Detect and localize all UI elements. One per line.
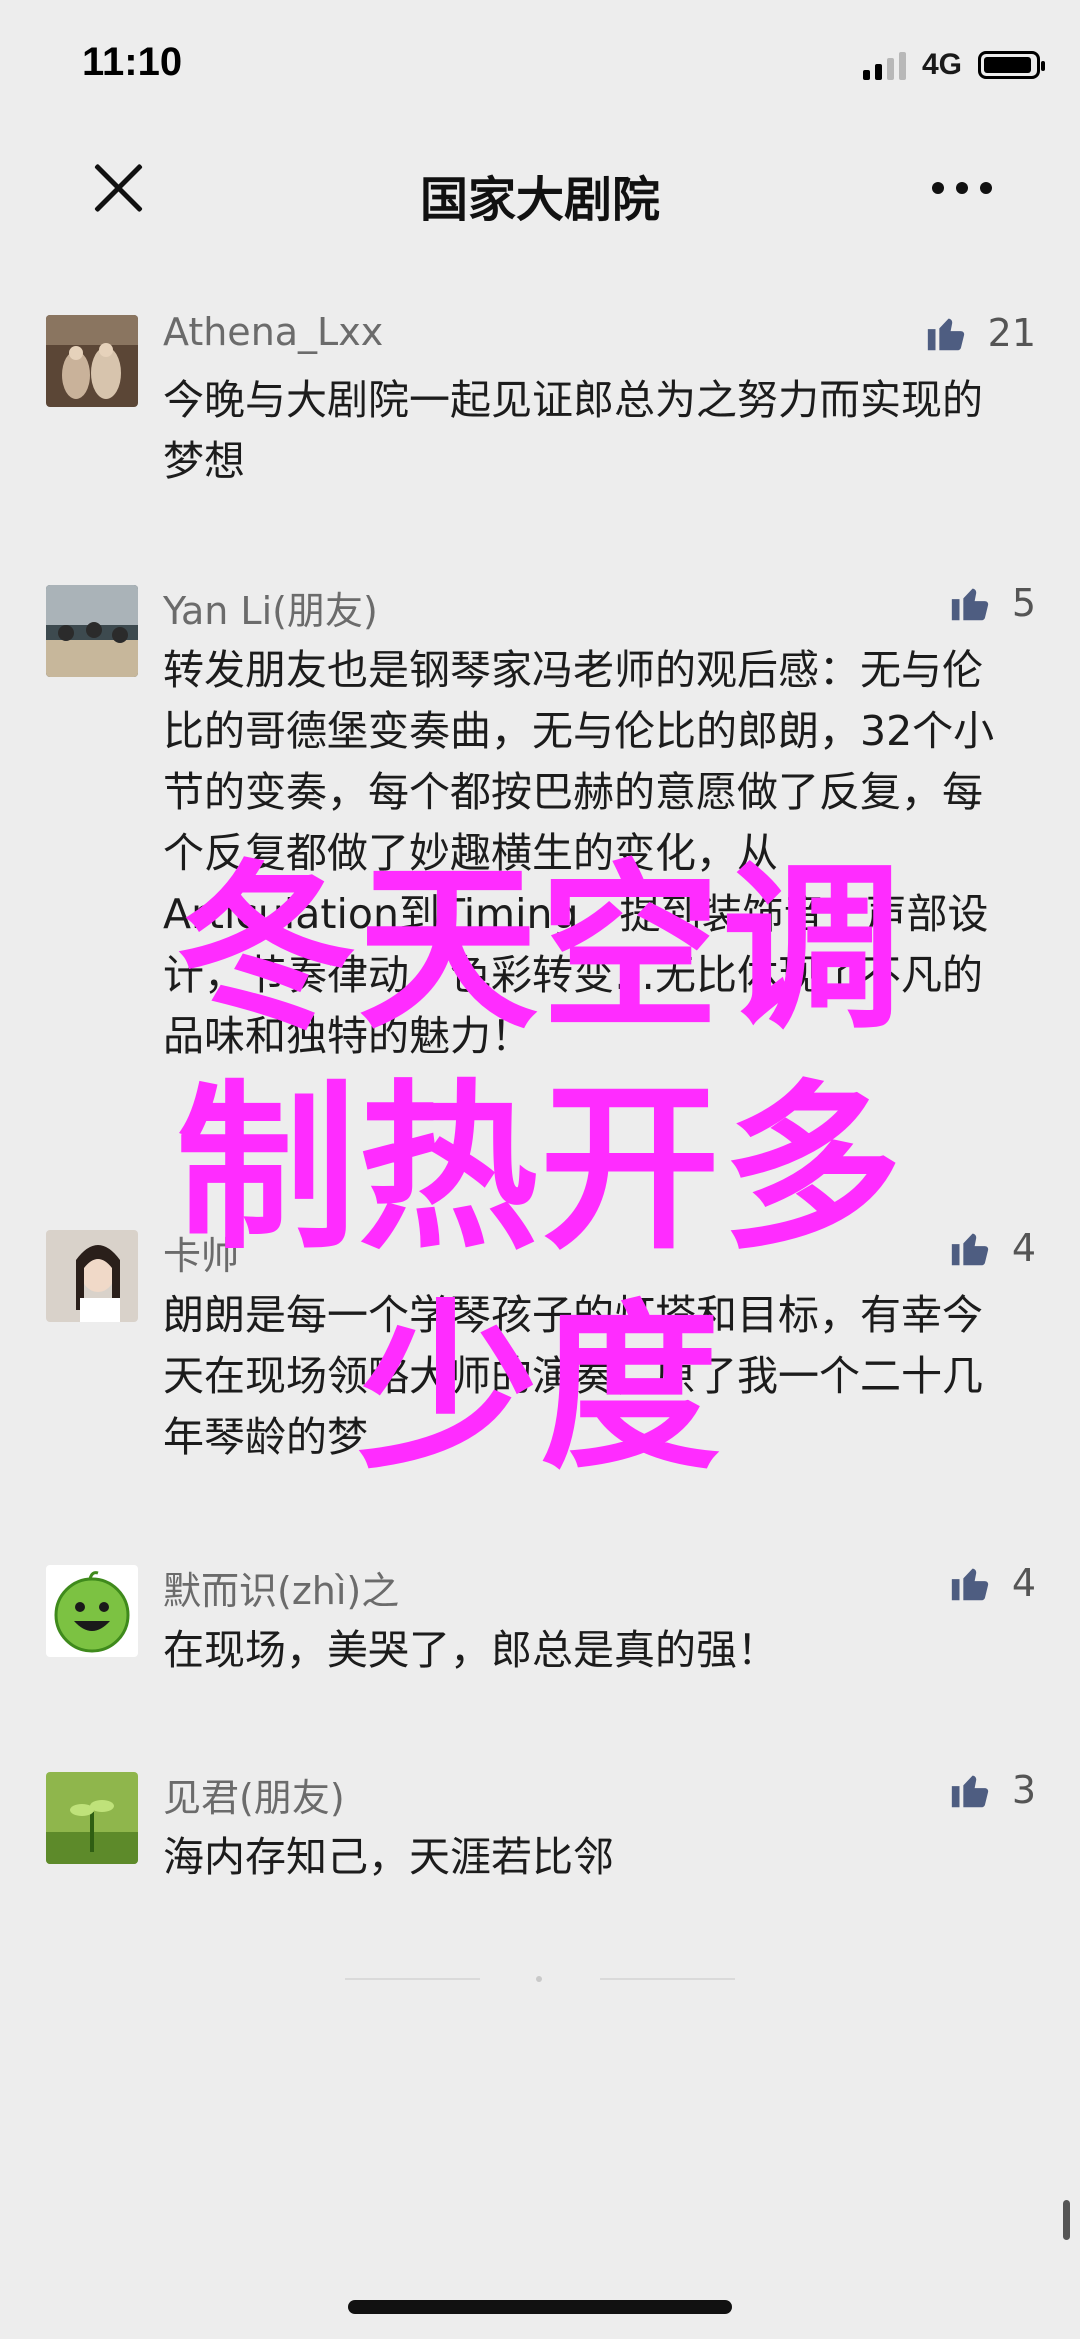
avatar[interactable]	[46, 1772, 138, 1864]
signal-icon	[862, 50, 906, 80]
like-count: 3	[1011, 1768, 1036, 1812]
status-indicators: 4G	[862, 48, 1045, 82]
thumbs-up-icon	[951, 588, 988, 621]
thumbs-up-icon	[927, 318, 964, 351]
page-title: 国家大剧院	[419, 172, 660, 228]
status-bar: 11:10 4G	[0, 0, 1080, 120]
like-button[interactable]: 21	[924, 310, 1036, 356]
like-button[interactable]: 5	[948, 580, 1036, 626]
more-icon[interactable]	[932, 182, 992, 194]
scrollbar[interactable]	[1063, 2200, 1070, 2240]
comment-author[interactable]: Athena_Lxx	[163, 310, 383, 354]
like-count: 5	[1011, 581, 1036, 625]
network-label: 4G	[921, 48, 962, 81]
status-time: 11:10	[82, 40, 183, 84]
thumbs-up-icon	[951, 1775, 988, 1808]
avatar[interactable]	[46, 585, 138, 677]
like-count: 21	[987, 311, 1036, 355]
avatar[interactable]	[46, 1565, 138, 1657]
like-button[interactable]: 4	[948, 1560, 1036, 1606]
comment-author[interactable]: 见君(朋友)	[163, 1767, 345, 1822]
overlay-line-1: 冬天空调	[175, 845, 904, 1054]
like-button[interactable]: 3	[948, 1767, 1036, 1813]
overlay-line-3: 少度	[357, 1285, 722, 1494]
comment-author[interactable]: 默而识(zhì)之	[163, 1560, 399, 1615]
page-indicator	[0, 1976, 1080, 1982]
nav-bar: 国家大剧院	[0, 120, 1080, 255]
avatar[interactable]	[46, 315, 138, 407]
comment-text: 海内存知己，天涯若比邻	[163, 1833, 614, 1881]
comment-text: 在现场，美哭了，郎总是真的强！	[163, 1626, 778, 1674]
thumbs-up-icon	[951, 1568, 988, 1601]
battery-icon	[978, 51, 1045, 79]
home-indicator[interactable]	[348, 2300, 732, 2314]
overlay-line-2: 制热开多	[175, 1065, 904, 1274]
comment-text: 今晚与大剧院一起见证郎总为之努力而实现的梦想	[163, 376, 983, 485]
like-count: 4	[1011, 1561, 1036, 1605]
comment-author[interactable]: Yan Li(朋友)	[163, 580, 378, 635]
